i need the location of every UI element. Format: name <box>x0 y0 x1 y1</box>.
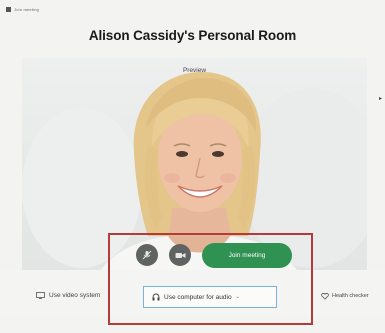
more-icon[interactable]: ▸ <box>379 96 385 102</box>
health-checker-option[interactable]: Health checker <box>321 292 369 300</box>
page-title: Alison Cassidy's Personal Room <box>88 28 297 43</box>
highlight-box <box>108 233 313 325</box>
preview-label: Preview <box>182 67 207 74</box>
video-system-label: Use video system <box>49 292 101 299</box>
topbar-text: Join meeting <box>14 6 40 12</box>
video-system-icon <box>36 292 45 299</box>
video-system-option[interactable]: Use video system <box>36 292 100 299</box>
health-checker-icon <box>321 292 329 300</box>
topbar: Join meeting <box>6 4 39 14</box>
app-logo-icon <box>6 6 11 12</box>
health-checker-label: Health checker <box>332 293 369 299</box>
